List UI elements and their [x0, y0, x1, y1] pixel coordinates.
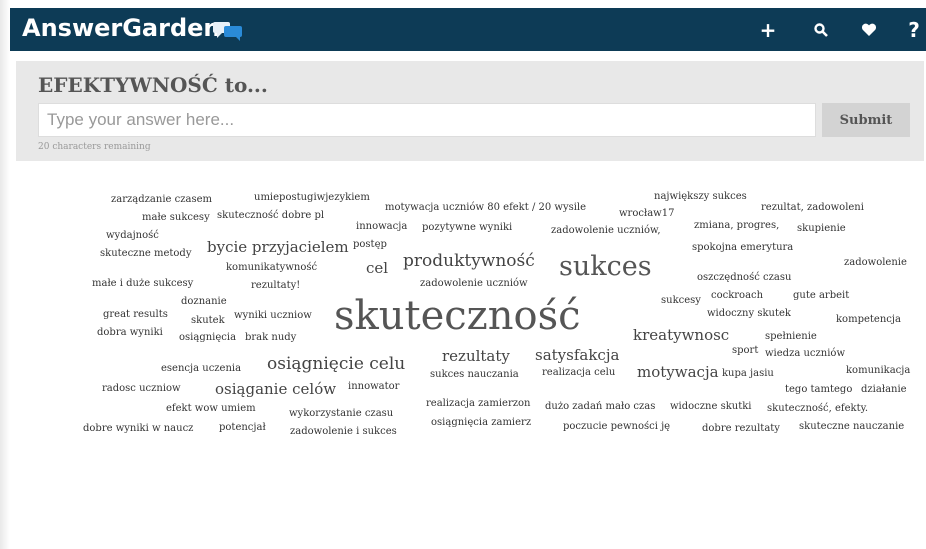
cloud-word[interactable]: wiedza uczniów [765, 349, 845, 359]
cloud-word[interactable]: wyniki uczniow [234, 311, 312, 321]
cloud-word[interactable]: spokojna emerytura [692, 243, 793, 253]
cloud-word[interactable]: realizacja zamierzon [426, 399, 530, 409]
cloud-word[interactable]: największy sukces [654, 192, 747, 202]
cloud-word[interactable]: wrocław17 [619, 209, 674, 219]
cloud-word[interactable]: postęp [353, 240, 387, 250]
cloud-word[interactable]: komunikatywność [226, 263, 317, 273]
cloud-word[interactable]: małe i duże sukcesy [92, 279, 193, 289]
cloud-word[interactable]: zadowolenie uczniów [420, 279, 528, 289]
cloud-word[interactable]: komunikacja [846, 366, 910, 376]
cloud-word[interactable]: innowacja [356, 222, 407, 232]
cloud-word[interactable]: sukces nauczania [430, 370, 519, 380]
cloud-word[interactable]: motywacja [637, 365, 719, 380]
cloud-word[interactable]: produktywność [403, 253, 535, 270]
cloud-word[interactable]: sukces [559, 253, 652, 280]
cloud-word[interactable]: zadowolenie [844, 258, 907, 268]
cloud-word[interactable]: innowator [348, 382, 399, 392]
cloud-word[interactable]: dobre wyniki w naucz [83, 424, 193, 434]
cloud-word[interactable]: dobra wyniki [97, 328, 163, 338]
cloud-word[interactable]: wykorzystanie czasu [289, 409, 393, 419]
cloud-word[interactable]: rezultat, zadowoleni [761, 203, 864, 213]
cloud-word[interactable]: pozytywne wyniki [422, 223, 512, 233]
cloud-word[interactable]: skupienie [797, 224, 846, 234]
cloud-word[interactable]: great results [103, 310, 168, 320]
cloud-word[interactable]: zarządzanie czasem [111, 195, 212, 205]
cloud-word[interactable]: kreatywnosc [633, 328, 729, 343]
cloud-word[interactable]: osiąganie celów [215, 382, 336, 397]
cloud-word[interactable]: działanie [861, 385, 907, 395]
cloud-word[interactable]: dobre rezultaty [702, 424, 780, 434]
cloud-word[interactable]: rezultaty [442, 349, 510, 364]
cloud-word[interactable]: osiągnięcie celu [267, 356, 405, 373]
cloud-word[interactable]: spełnienie [765, 332, 817, 342]
cloud-word[interactable]: rezultaty! [251, 281, 300, 291]
cloud-word[interactable]: oszczędność czasu [697, 273, 791, 283]
cloud-word[interactable]: widoczny skutek [707, 309, 791, 319]
cloud-word[interactable]: skuteczność, efekty. [767, 404, 868, 414]
cloud-word[interactable]: skuteczność dobre pl [217, 211, 324, 221]
cloud-word[interactable]: esencja uczenia [161, 364, 241, 374]
cloud-word[interactable]: umiepostugiwjezykiem [254, 193, 370, 203]
cloud-word[interactable]: widoczne skutki [670, 402, 752, 412]
cloud-word[interactable]: motywacja uczniów 80 efekt / 20 wysile [385, 203, 586, 213]
cloud-word[interactable]: potencjał [219, 423, 266, 433]
cloud-word[interactable]: skutek [191, 316, 225, 326]
cloud-word[interactable]: radosc uczniow [102, 384, 181, 394]
cloud-word[interactable]: dużo zadań mało czas [545, 402, 655, 412]
cloud-word[interactable]: brak nudy [245, 333, 296, 343]
cloud-word[interactable]: doznanie [181, 297, 227, 307]
cloud-word[interactable]: zadowolenie uczniów, [551, 226, 661, 236]
cloud-word[interactable]: realizacja celu [542, 368, 615, 378]
cloud-word[interactable]: osiągnięcia zamierz [431, 418, 531, 428]
cloud-word[interactable]: efekt wow umiem [166, 404, 256, 414]
cloud-word[interactable]: satysfakcja [535, 348, 619, 363]
word-cloud: zarządzanie czasem umiepostugiwjezykiem … [0, 0, 926, 549]
cloud-word[interactable]: sport [732, 346, 758, 356]
cloud-word[interactable]: małe sukcesy [142, 213, 210, 223]
cloud-word[interactable]: cel [366, 261, 388, 276]
cloud-word[interactable]: skuteczność [334, 296, 581, 336]
cloud-word[interactable]: gute arbeit [793, 291, 849, 301]
cloud-word[interactable]: cockroach [711, 291, 763, 301]
cloud-word[interactable]: sukcesy [661, 296, 701, 306]
cloud-word[interactable]: poczucie pewności ję [563, 422, 670, 432]
cloud-word[interactable]: tego tamtego [785, 385, 852, 395]
cloud-word[interactable]: zmiana, progres, [694, 221, 779, 231]
cloud-word[interactable]: kompetencja [836, 315, 901, 325]
cloud-word[interactable]: osiągnięcia [179, 333, 236, 343]
cloud-word[interactable]: skuteczne metody [100, 249, 191, 259]
cloud-word[interactable]: wydajność [106, 231, 159, 241]
cloud-word[interactable]: bycie przyjacielem [207, 240, 349, 255]
cloud-word[interactable]: zadowolenie i sukces [290, 427, 397, 437]
cloud-word[interactable]: skuteczne nauczanie [799, 422, 904, 432]
cloud-word[interactable]: kupa jasiu [722, 369, 774, 379]
